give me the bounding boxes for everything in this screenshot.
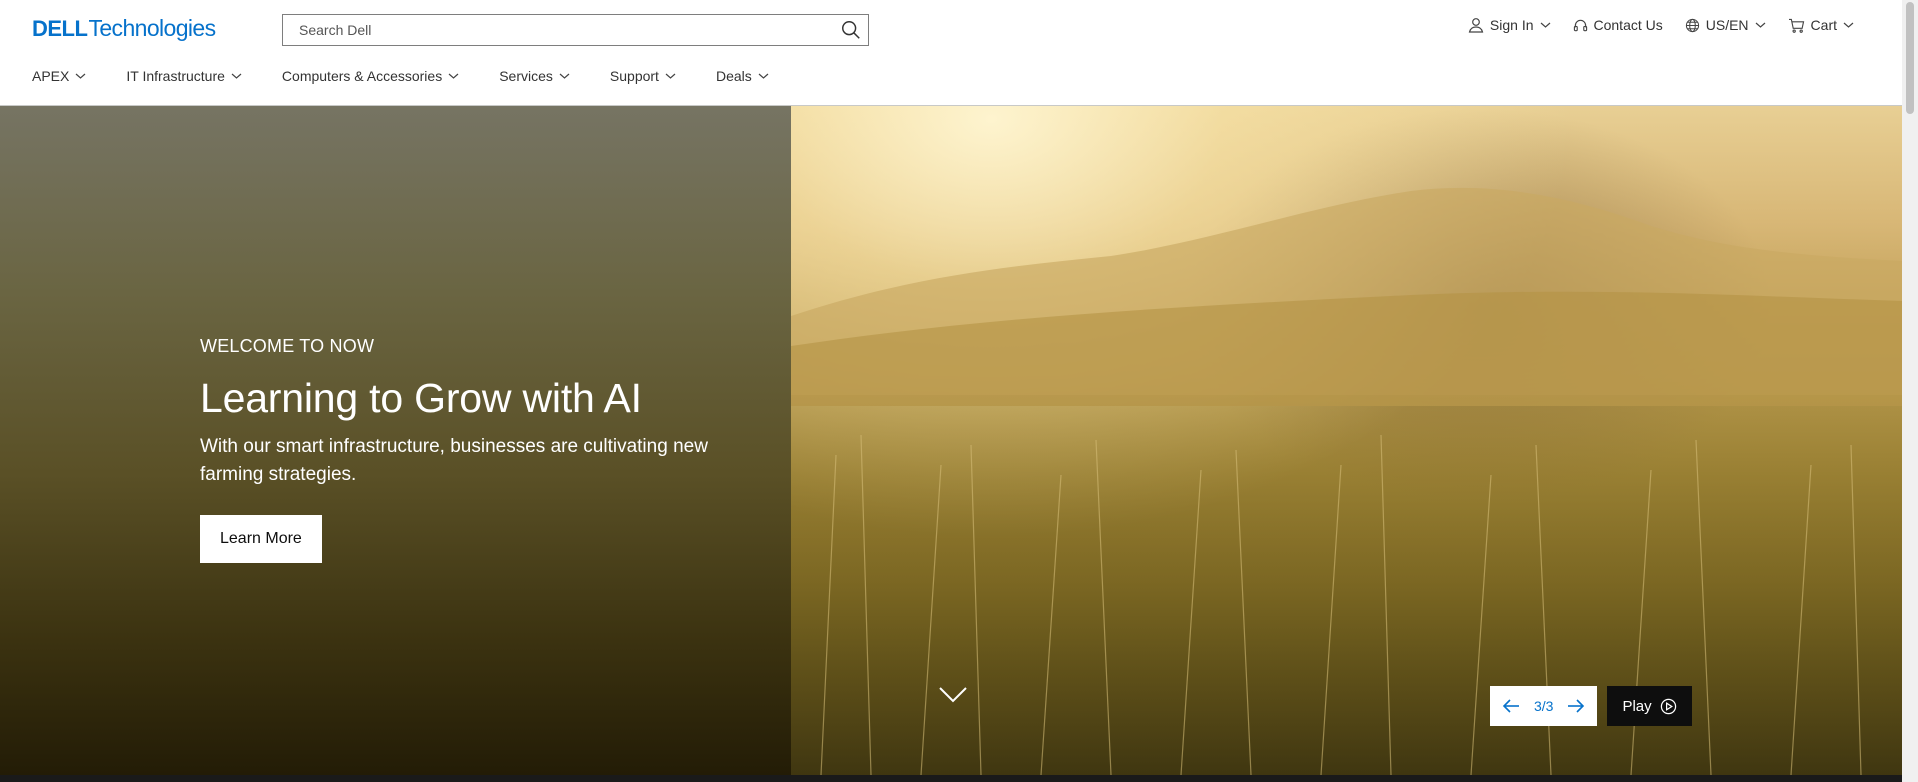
- logo-technologies-text: Technologies: [88, 15, 216, 41]
- play-circle-icon: [1660, 698, 1676, 714]
- nav-item-label: Deals: [715, 68, 752, 84]
- contact-us-label: Contact Us: [1593, 17, 1663, 33]
- hero-hills-illustration: [791, 187, 1902, 406]
- nav-item-label: IT Infrastructure: [126, 68, 225, 84]
- nav-item-deals[interactable]: Deals: [716, 68, 769, 84]
- hero-subhead: With our smart infrastructure, businesse…: [200, 436, 708, 485]
- search-icon[interactable]: [840, 19, 862, 41]
- nav-item-apex[interactable]: APEX: [32, 68, 86, 84]
- chevron-down-icon: [448, 73, 459, 79]
- page-bottom-strip: [0, 775, 1918, 782]
- hero-eyebrow: WELCOME TO NOW: [200, 336, 375, 356]
- chevron-down-icon: [75, 73, 86, 79]
- nav-item-it-infrastructure[interactable]: IT Infrastructure: [126, 68, 242, 84]
- chevron-down-icon: [758, 73, 769, 79]
- nav-item-support[interactable]: Support: [610, 68, 676, 84]
- nav-item-label: APEX: [32, 68, 70, 84]
- carousel-pager: 3/3: [1490, 686, 1598, 726]
- scroll-down-chevron-icon[interactable]: [938, 686, 968, 704]
- carousel-next-button[interactable]: [1565, 695, 1587, 717]
- chevron-down-icon: [665, 73, 676, 79]
- cart-icon: [1788, 18, 1804, 33]
- globe-icon: [1685, 18, 1699, 32]
- chevron-down-icon: [1755, 22, 1765, 28]
- locale-selector[interactable]: US/EN: [1685, 17, 1766, 33]
- page-scrollbar[interactable]: [1902, 0, 1918, 782]
- arrow-right-icon: [1568, 699, 1585, 713]
- contact-us-link[interactable]: Contact Us: [1573, 17, 1663, 33]
- sign-in-button[interactable]: Sign In: [1468, 17, 1551, 33]
- nav-item-label: Support: [609, 68, 659, 84]
- nav-item-services[interactable]: Services: [499, 68, 570, 84]
- utility-nav: Sign In Contact Us US/EN Cart: [1468, 17, 1854, 33]
- chevron-down-icon: [1540, 22, 1550, 28]
- cart-label: Cart: [1810, 17, 1837, 33]
- nav-item-label: Computers & Accessories: [281, 68, 443, 84]
- hero-wheat-field-illustration: [791, 395, 1902, 775]
- dell-technologies-logo[interactable]: DELL Technologies: [32, 15, 216, 43]
- carousel-controls: 3/3 Play: [1490, 686, 1692, 726]
- carousel-play-button[interactable]: Play: [1607, 686, 1692, 726]
- chevron-down-icon: [1843, 22, 1854, 28]
- hero-content: WELCOME TO NOW Learning to Grow with AI …: [200, 336, 760, 563]
- hero-banner: WELCOME TO NOW Learning to Grow with AI …: [0, 106, 1902, 775]
- hero-headline: Learning to Grow with AI: [200, 375, 642, 421]
- play-label: Play: [1622, 697, 1652, 715]
- learn-more-button[interactable]: Learn More: [200, 515, 322, 563]
- logo-dell-text: DELL: [32, 16, 88, 41]
- nav-item-computers-accessories[interactable]: Computers & Accessories: [282, 68, 459, 84]
- hero-text-panel: WELCOME TO NOW Learning to Grow with AI …: [0, 106, 791, 775]
- arrow-left-icon: [1502, 699, 1519, 713]
- main-nav: APEX IT Infrastructure Computers & Acces…: [32, 68, 809, 84]
- sign-in-label: Sign In: [1489, 17, 1534, 33]
- nav-item-label: Services: [499, 68, 553, 84]
- headset-icon: [1573, 19, 1587, 31]
- carousel-counter: 3/3: [1534, 698, 1554, 714]
- user-icon: [1468, 18, 1484, 33]
- chevron-down-icon: [559, 73, 570, 79]
- site-header: DELL Technologies Sign In Contact Us: [0, 0, 1902, 106]
- search-input[interactable]: [283, 15, 823, 45]
- locale-label: US/EN: [1705, 17, 1749, 33]
- cart-button[interactable]: Cart: [1788, 17, 1854, 33]
- hero-image: [791, 106, 1902, 775]
- search-box: [282, 14, 869, 46]
- scrollbar-thumb[interactable]: [1906, 2, 1914, 114]
- chevron-down-icon: [231, 73, 242, 79]
- carousel-prev-button[interactable]: [1500, 695, 1522, 717]
